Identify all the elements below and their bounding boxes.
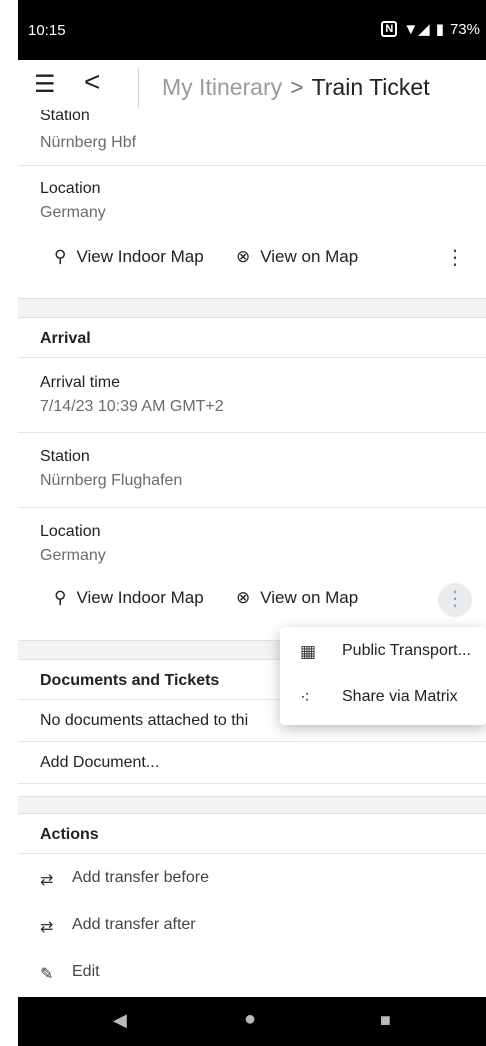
calendar-icon: ▦ [300, 642, 317, 661]
section-gap [18, 298, 486, 318]
map-icon: ⊗ [236, 247, 251, 266]
section-gap [18, 796, 486, 814]
nfc-icon: N [381, 21, 398, 37]
breadcrumb-my-itinerary[interactable]: My Itinerary [162, 74, 282, 100]
arrival-header: Arrival [18, 318, 486, 358]
arrival-location-field: Location Germany [18, 508, 486, 578]
edit-button[interactable]: ✎ Edit [18, 950, 486, 996]
arrival-view-on-map-label: View on Map [260, 588, 359, 607]
pencil-icon: ✎ [40, 966, 54, 983]
add-document-button[interactable]: Add Document... [40, 754, 159, 772]
status-time: 10:15 [28, 22, 66, 39]
location-pin-icon: ⚲ [54, 247, 67, 266]
menu-item-public-transport-label: Public Transport... [342, 642, 471, 659]
status-bar: 10:15 N ▼◢ ▮ 73% [18, 0, 486, 60]
arrival-location-label: Location [40, 523, 101, 540]
arrival-time-value: 7/14/23 10:39 AM GMT+2 [40, 398, 224, 415]
breadcrumb: My Itinerary > Train Ticket [162, 74, 430, 101]
departure-view-on-map-button[interactable]: ⊗ View on Map [236, 247, 358, 267]
hamburger-menu-icon[interactable]: ☰ [34, 70, 56, 99]
arrival-header-text: Arrival [40, 330, 91, 347]
transfer-icon: ⇄ [40, 872, 54, 889]
departure-view-on-map-label: View on Map [260, 247, 359, 266]
nav-back-icon[interactable]: ◀ [113, 1010, 127, 1031]
signal-icon: ▼◢ [403, 21, 430, 38]
departure-map-actions: ⚲ View Indoor Map ⊗ View on Map ⋮ [18, 239, 486, 279]
departure-location-value: Germany [40, 204, 106, 221]
actions-header: Actions [18, 814, 486, 854]
context-menu: ▦ Public Transport... ⁖ Share via Matrix [280, 627, 486, 725]
nav-home-icon[interactable]: ● [244, 1008, 256, 1031]
arrival-station-value: Nürnberg Flughafen [40, 472, 183, 489]
add-transfer-after-label: Add transfer after [72, 916, 196, 933]
arrival-location-value: Germany [40, 547, 106, 564]
add-transfer-before-label: Add transfer before [72, 869, 209, 886]
arrival-time-field: Arrival time 7/14/23 10:39 AM GMT+2 [18, 358, 486, 433]
location-pin-icon: ⚲ [54, 588, 67, 607]
arrival-station-label: Station [40, 448, 90, 465]
menu-item-public-transport[interactable]: ▦ Public Transport... [280, 629, 486, 675]
battery-level: 73% [449, 20, 480, 38]
departure-location-label: Location [40, 180, 101, 197]
arrival-view-indoor-map-button[interactable]: ⚲ View Indoor Map [54, 588, 204, 608]
breadcrumb-separator-icon: > [290, 74, 304, 100]
app-bar: ☰ < My Itinerary > Train Ticket [18, 60, 486, 110]
actions-header-text: Actions [40, 826, 99, 843]
arrival-station-field: Station Nürnberg Flughafen [18, 433, 486, 508]
documents-header-text: Documents and Tickets [40, 672, 220, 689]
arrival-view-indoor-map-label: View Indoor Map [76, 588, 204, 607]
add-transfer-after-button[interactable]: ⇄ Add transfer after [18, 903, 486, 949]
departure-station-label: Station [40, 110, 90, 124]
add-document-row[interactable]: Add Document... [18, 742, 486, 784]
arrival-view-on-map-button[interactable]: ⊗ View on Map [236, 588, 358, 608]
menu-item-share-via-matrix-label: Share via Matrix [342, 688, 458, 705]
documents-empty-text: No documents attached to thi [40, 712, 249, 729]
arrival-map-actions: ⚲ View Indoor Map ⊗ View on Map ⋮ [18, 580, 486, 620]
content-scroll[interactable]: Station Nürnberg Hbf Location Germany ⚲ … [18, 110, 486, 997]
departure-view-indoor-map-label: View Indoor Map [76, 247, 204, 266]
page-title: Train Ticket [311, 74, 430, 100]
map-icon: ⊗ [236, 588, 251, 607]
back-arrow-icon[interactable]: < [84, 66, 100, 98]
battery-icon: ▮ [435, 21, 444, 38]
share-icon: ⁖ [300, 688, 310, 707]
more-options-icon[interactable]: ⋮ [438, 583, 472, 617]
arrival-time-label: Arrival time [40, 374, 121, 391]
phone-screen: 10:15 N ▼◢ ▮ 73% ☰ < My Itinerary > Train … [18, 0, 486, 1046]
menu-item-share-via-matrix[interactable]: ⁖ Share via Matrix [280, 675, 486, 721]
departure-station-field: Station Nürnberg Hbf [18, 110, 486, 166]
system-nav-bar: ◀ ● ■ [18, 997, 486, 1046]
more-options-icon[interactable]: ⋮ [438, 242, 472, 276]
add-transfer-before-button[interactable]: ⇄ Add transfer before [18, 856, 486, 902]
departure-station-value: Nürnberg Hbf [40, 134, 137, 151]
edit-label: Edit [72, 963, 100, 980]
transfer-icon: ⇄ [40, 919, 54, 936]
nav-recents-icon[interactable]: ■ [380, 1010, 391, 1031]
divider [138, 68, 139, 108]
departure-location-field: Location Germany [18, 166, 486, 236]
status-icons: N ▼◢ ▮ 73% [381, 20, 480, 38]
departure-view-indoor-map-button[interactable]: ⚲ View Indoor Map [54, 247, 204, 267]
